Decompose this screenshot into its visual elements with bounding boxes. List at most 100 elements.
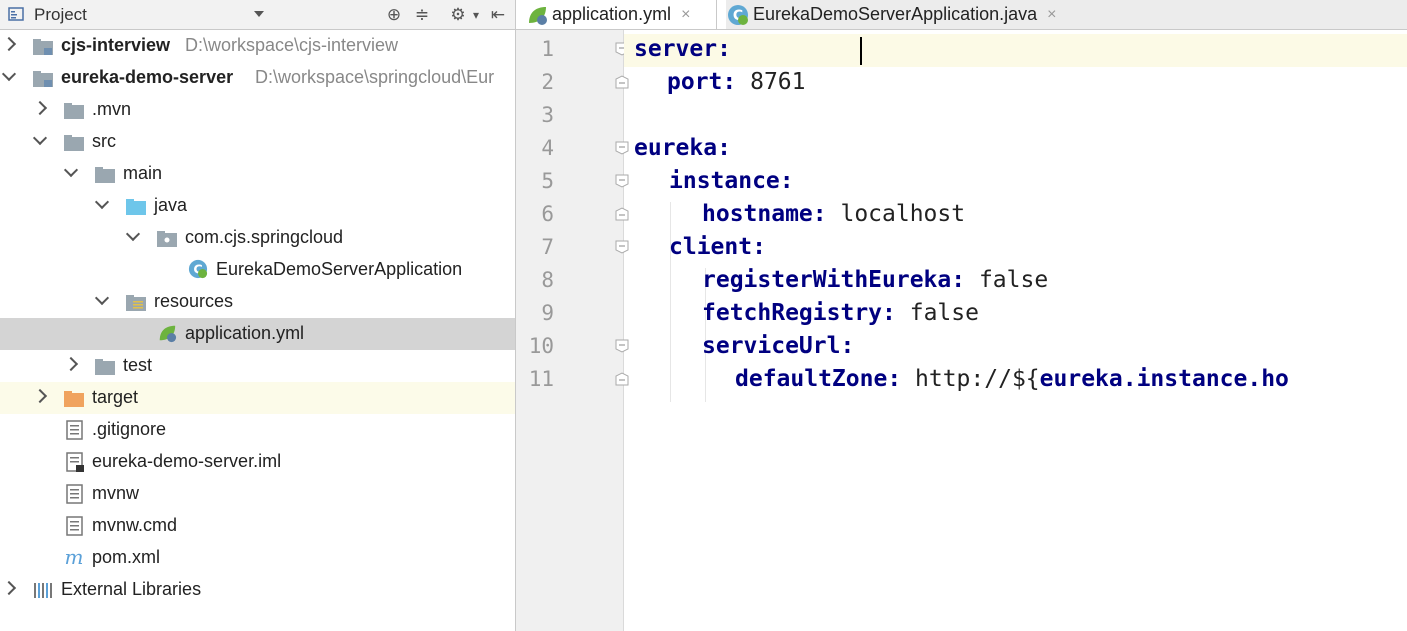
- tree-item-mvnw-cmd[interactable]: mvnw.cmd: [0, 510, 515, 542]
- text-file-icon: [66, 420, 83, 440]
- text-file-icon: [66, 484, 83, 504]
- line-number: 4: [541, 136, 554, 160]
- tree-item-mvn[interactable]: .mvn: [0, 94, 515, 126]
- tree-item-label: java: [154, 195, 188, 215]
- code-line-6: hostname: localhost: [702, 201, 966, 227]
- tree-item-external-libraries[interactable]: External Libraries: [0, 574, 515, 606]
- tree-item-package[interactable]: com.cjs.springcloud: [0, 222, 515, 254]
- current-line-highlight: [624, 34, 1407, 67]
- chevron-down-icon[interactable]: [1, 66, 17, 82]
- code-line-8: registerWithEureka: false: [702, 267, 1049, 293]
- tree-item-label: pom.xml: [92, 547, 161, 567]
- close-icon[interactable]: ×: [681, 6, 690, 24]
- text-file-icon: [66, 516, 83, 536]
- source-folder-icon: [126, 199, 146, 215]
- chevron-right-icon[interactable]: [32, 388, 48, 404]
- tree-item-label: application.yml: [185, 323, 305, 343]
- tree-item-label: src: [92, 131, 116, 151]
- gear-dropdown-icon[interactable]: ▾: [465, 4, 487, 26]
- resources-folder-icon: [126, 295, 146, 311]
- collapse-all-icon[interactable]: ≑: [411, 4, 433, 26]
- folder-icon: [95, 359, 115, 375]
- code-line-10: serviceUrl:: [702, 333, 855, 359]
- tree-item-iml[interactable]: eureka-demo-server.iml: [0, 446, 515, 478]
- module-folder-icon: [33, 71, 53, 87]
- maven-file-icon: m: [65, 548, 84, 568]
- chevron-down-icon[interactable]: [94, 290, 110, 306]
- tree-item-eureka-demo-server[interactable]: eureka-demo-server D:\workspace\springcl…: [0, 62, 515, 94]
- tree-item-mvnw[interactable]: mvnw: [0, 478, 515, 510]
- code-line-2: port: 8761: [667, 69, 806, 95]
- tree-item-label: .mvn: [92, 99, 132, 119]
- close-icon[interactable]: ×: [1047, 6, 1056, 24]
- spring-yml-file-icon: [159, 325, 177, 343]
- iml-file-icon: [66, 452, 84, 472]
- tree-item-test[interactable]: test: [0, 350, 515, 382]
- chevron-down-icon[interactable]: [32, 130, 48, 146]
- project-panel-title[interactable]: Project: [34, 5, 87, 25]
- spring-boot-class-icon: C: [188, 259, 208, 279]
- tab-eureka-demo-server-application[interactable]: C EurekaDemoServerApplication.java ×: [716, 0, 1097, 29]
- code-area[interactable]: server: port: 8761 eureka: instance: hos…: [624, 30, 1407, 631]
- editor: application.yml × C EurekaDemoServerAppl…: [516, 0, 1407, 631]
- tab-label: EurekaDemoServerApplication.java: [753, 4, 1038, 24]
- chevron-down-icon[interactable]: [125, 226, 141, 242]
- view-mode-dropdown-icon[interactable]: [254, 11, 264, 17]
- folder-icon: [95, 167, 115, 183]
- tree-item-path: D:\workspace\springcloud\Eur: [255, 67, 495, 87]
- code-line-1: server:: [634, 36, 731, 62]
- hide-panel-icon[interactable]: ⇤: [487, 4, 509, 26]
- line-number: 6: [541, 202, 554, 226]
- tree-item-label: .gitignore: [92, 419, 167, 439]
- chevron-right-icon[interactable]: [63, 356, 79, 372]
- code-line-11: defaultZone: http://${eureka.instance.ho: [735, 366, 1289, 392]
- code-line-4: eureka:: [634, 135, 731, 161]
- tab-application-yml[interactable]: application.yml ×: [516, 0, 726, 29]
- spring-boot-class-icon: C: [728, 4, 748, 25]
- module-folder-icon: [33, 39, 53, 55]
- tree-item-target[interactable]: target: [0, 382, 515, 414]
- excluded-folder-icon: [64, 391, 84, 407]
- tree-item-label: resources: [154, 291, 234, 311]
- tree-item-java[interactable]: java: [0, 190, 515, 222]
- line-number: 8: [541, 268, 554, 292]
- tree-item-src[interactable]: src: [0, 126, 515, 158]
- project-panel-header: Project ⊕ ≑ ⚙ ▾ ⇤: [0, 0, 515, 30]
- chevron-down-icon[interactable]: [63, 162, 79, 178]
- tree-item-cjs-interview[interactable]: cjs-interview D:\workspace\cjs-interview: [0, 30, 515, 62]
- line-number: 1: [541, 37, 554, 61]
- line-number: 2: [541, 70, 554, 94]
- tree-item-label: External Libraries: [61, 579, 202, 599]
- tree-item-application-yml[interactable]: application.yml: [0, 318, 515, 350]
- tree-item-label: eureka-demo-server: [61, 67, 234, 87]
- tree-item-label: eureka-demo-server.iml: [92, 451, 282, 471]
- line-number: 9: [541, 301, 554, 325]
- tree-item-label: target: [92, 387, 139, 407]
- line-number: 3: [541, 103, 554, 127]
- code-line-9: fetchRegistry: false: [702, 300, 979, 326]
- chevron-down-icon[interactable]: [94, 194, 110, 210]
- tree-item-label: cjs-interview: [61, 35, 171, 55]
- folder-icon: [64, 135, 84, 151]
- package-icon: [157, 231, 177, 247]
- chevron-right-icon[interactable]: [32, 100, 48, 116]
- libraries-icon: [34, 583, 52, 598]
- tree-item-application-class[interactable]: C EurekaDemoServerApplication: [0, 254, 515, 286]
- tree-item-label: mvnw.cmd: [92, 515, 178, 535]
- tree-item-label: mvnw: [92, 483, 140, 503]
- line-number: 5: [541, 169, 554, 193]
- tree-item-label: com.cjs.springcloud: [185, 227, 344, 247]
- tree-item-main[interactable]: main: [0, 158, 515, 190]
- indent-guide: [670, 202, 671, 402]
- tree-item-resources[interactable]: resources: [0, 286, 515, 318]
- editor-tabs: application.yml × C EurekaDemoServerAppl…: [516, 0, 1407, 30]
- tab-label: application.yml: [552, 4, 672, 24]
- line-number-gutter: 1 2 3 4 5 6 7 8 9 10 11: [516, 30, 629, 631]
- chevron-right-icon[interactable]: [1, 36, 17, 52]
- chevron-right-icon[interactable]: [1, 580, 17, 596]
- tree-item-gitignore[interactable]: .gitignore: [0, 414, 515, 446]
- tree-item-pom-xml[interactable]: m pom.xml: [0, 542, 515, 574]
- code-line-7: client:: [669, 234, 766, 260]
- locate-icon[interactable]: ⊕: [383, 4, 405, 26]
- spring-yml-file-icon: [529, 6, 547, 25]
